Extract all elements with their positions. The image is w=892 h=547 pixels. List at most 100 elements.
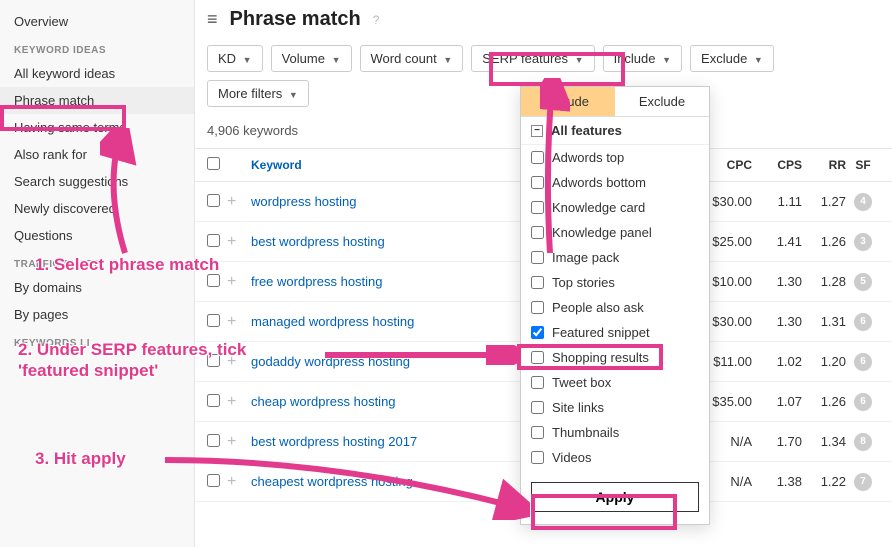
hamburger-icon[interactable]: ≡ xyxy=(207,9,218,30)
rr-value: 1.28 xyxy=(802,274,846,289)
option-checkbox[interactable] xyxy=(531,351,544,364)
option-checkbox[interactable] xyxy=(531,276,544,289)
sidebar-item-search-suggestions[interactable]: Search suggestions xyxy=(0,168,194,195)
caret-down-icon: ▼ xyxy=(754,55,763,65)
select-all-checkbox[interactable] xyxy=(207,157,220,170)
sidebar-item-having-same-terms[interactable]: Having same terms xyxy=(0,114,194,141)
page-title: Phrase match xyxy=(230,8,361,31)
option-label: Tweet box xyxy=(552,375,611,390)
sf-badge: 7 xyxy=(854,473,872,491)
sidebar-item-phrase-match[interactable]: Phrase match xyxy=(0,87,194,114)
sf-badge: 8 xyxy=(854,433,872,451)
sf-badge: 6 xyxy=(854,393,872,411)
column-cps[interactable]: CPS xyxy=(752,158,802,172)
filter-serp-features[interactable]: SERP features ▼ xyxy=(471,45,594,72)
sidebar-item-by-pages[interactable]: By pages xyxy=(0,301,194,328)
row-checkbox[interactable] xyxy=(207,234,220,247)
rr-value: 1.20 xyxy=(802,354,846,369)
arrow-2a xyxy=(540,78,570,258)
sidebar-item-questions[interactable]: Questions xyxy=(0,222,194,249)
caret-down-icon: ▼ xyxy=(243,55,252,65)
cps-value: 1.41 xyxy=(752,234,802,249)
arrow-1 xyxy=(100,128,150,258)
option-label: Thumbnails xyxy=(552,425,619,440)
apply-button[interactable]: Apply xyxy=(531,482,699,512)
annotation-text-3: 3. Hit apply xyxy=(35,448,126,469)
plus-icon[interactable]: + xyxy=(227,193,251,211)
option-checkbox[interactable] xyxy=(531,301,544,314)
filter-volume[interactable]: Volume ▼ xyxy=(271,45,352,72)
cps-value: 1.38 xyxy=(752,474,802,489)
annotation-text-1: 1. Select phrase match xyxy=(35,254,219,275)
rr-value: 1.22 xyxy=(802,474,846,489)
column-sf[interactable]: SF xyxy=(846,158,880,172)
filter-more-filters[interactable]: More filters ▼ xyxy=(207,80,309,107)
row-checkbox[interactable] xyxy=(207,394,220,407)
filter-include[interactable]: Include ▼ xyxy=(603,45,682,72)
rr-value: 1.26 xyxy=(802,394,846,409)
serp-option-shopping-results[interactable]: Shopping results xyxy=(521,345,709,370)
option-label: Top stories xyxy=(552,275,615,290)
rr-value: 1.34 xyxy=(802,434,846,449)
filter-exclude[interactable]: Exclude ▼ xyxy=(690,45,774,72)
caret-down-icon: ▼ xyxy=(443,55,452,65)
filter-word-count[interactable]: Word count ▼ xyxy=(360,45,464,72)
sidebar-section-keyword-ideas: KEYWORD IDEAS xyxy=(0,35,194,60)
caret-down-icon: ▼ xyxy=(332,55,341,65)
sf-badge: 6 xyxy=(854,353,872,371)
serp-option-people-also-ask[interactable]: People also ask xyxy=(521,295,709,320)
plus-icon[interactable]: + xyxy=(227,393,251,411)
sidebar-item-all-keyword-ideas[interactable]: All keyword ideas xyxy=(0,60,194,87)
cps-value: 1.02 xyxy=(752,354,802,369)
serp-option-videos[interactable]: Videos xyxy=(521,445,709,470)
row-checkbox[interactable] xyxy=(207,274,220,287)
option-checkbox[interactable] xyxy=(531,401,544,414)
option-label: Shopping results xyxy=(552,350,649,365)
plus-icon[interactable]: + xyxy=(227,313,251,331)
sidebar-item-by-domains[interactable]: By domains xyxy=(0,274,194,301)
option-label: People also ask xyxy=(552,300,644,315)
filter-kd[interactable]: KD ▼ xyxy=(207,45,263,72)
row-checkbox[interactable] xyxy=(207,194,220,207)
cps-value: 1.30 xyxy=(752,314,802,329)
option-checkbox[interactable] xyxy=(531,376,544,389)
rr-value: 1.31 xyxy=(802,314,846,329)
rr-value: 1.27 xyxy=(802,194,846,209)
sf-badge: 6 xyxy=(854,313,872,331)
caret-down-icon: ▼ xyxy=(575,55,584,65)
option-label: Featured snippet xyxy=(552,325,650,340)
sidebar-item-newly-discovered[interactable]: Newly discovered xyxy=(0,195,194,222)
cps-value: 1.11 xyxy=(752,194,802,209)
row-checkbox[interactable] xyxy=(207,434,220,447)
caret-down-icon: ▼ xyxy=(289,90,298,100)
sidebar-item-also-rank-for[interactable]: Also rank for xyxy=(0,141,194,168)
rr-value: 1.26 xyxy=(802,234,846,249)
cps-value: 1.07 xyxy=(752,394,802,409)
caret-down-icon: ▼ xyxy=(662,55,671,65)
plus-icon[interactable]: + xyxy=(227,433,251,451)
dropdown-tab-exclude[interactable]: Exclude xyxy=(615,87,709,117)
option-checkbox[interactable] xyxy=(531,426,544,439)
serp-option-thumbnails[interactable]: Thumbnails xyxy=(521,420,709,445)
sf-badge: 3 xyxy=(854,233,872,251)
plus-icon[interactable]: + xyxy=(227,273,251,291)
column-rr[interactable]: RR xyxy=(802,158,846,172)
option-label: Site links xyxy=(552,400,604,415)
plus-icon[interactable]: + xyxy=(227,233,251,251)
help-icon[interactable]: ? xyxy=(373,13,380,27)
row-checkbox[interactable] xyxy=(207,314,220,327)
option-checkbox[interactable] xyxy=(531,451,544,464)
arrow-3 xyxy=(160,450,530,520)
serp-option-site-links[interactable]: Site links xyxy=(521,395,709,420)
serp-option-featured-snippet[interactable]: Featured snippet xyxy=(521,320,709,345)
cps-value: 1.70 xyxy=(752,434,802,449)
sidebar-item-overview[interactable]: Overview xyxy=(0,8,194,35)
serp-option-top-stories[interactable]: Top stories xyxy=(521,270,709,295)
cps-value: 1.30 xyxy=(752,274,802,289)
sf-badge: 4 xyxy=(854,193,872,211)
serp-option-tweet-box[interactable]: Tweet box xyxy=(521,370,709,395)
annotation-text-2: 2. Under SERP features, tick 'featured s… xyxy=(18,339,318,382)
arrow-2b xyxy=(320,345,520,365)
option-checkbox[interactable] xyxy=(531,326,544,339)
option-label: Videos xyxy=(552,450,592,465)
